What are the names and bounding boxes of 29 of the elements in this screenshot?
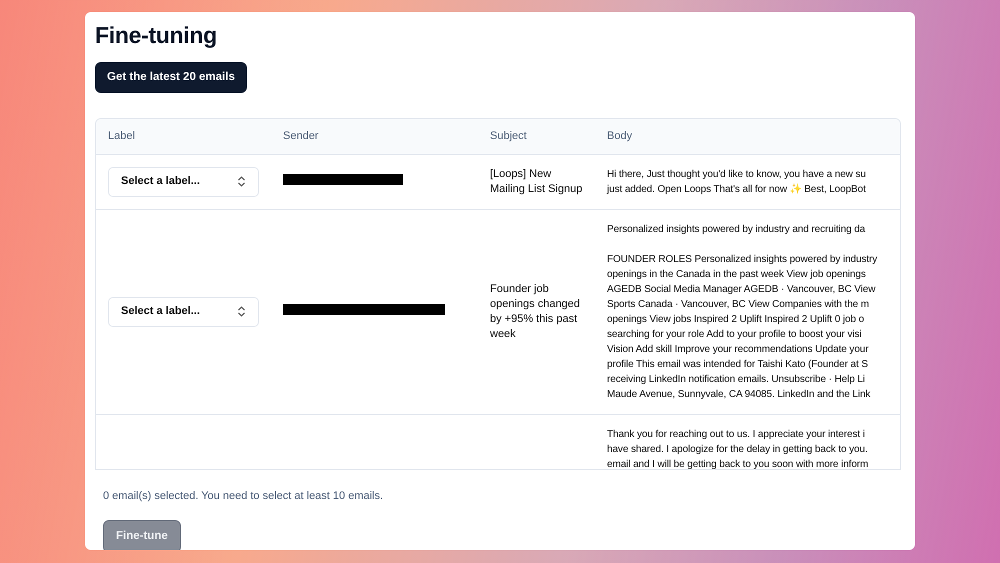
column-header: Body bbox=[607, 130, 632, 142]
chevron-up-down-icon bbox=[237, 176, 246, 188]
page-title: Fine-tuning bbox=[95, 22, 218, 50]
column-header: Sender bbox=[283, 130, 318, 142]
body-text-line: Thank you for reaching out to us. I appreciate your interest i bbox=[607, 428, 865, 440]
body-text-line: have shared. I apologize for the delay in getting back to you. bbox=[607, 444, 868, 455]
body-text-line: openings View jobs Inspired 2 Uplift Inspired 2 Uplift 0 job o bbox=[607, 314, 864, 325]
body-text-line: Personalized insights powered by industry and recruiting da bbox=[607, 224, 866, 235]
body-text-line: Sports Canada · Vancouver, BC View Companies with the m bbox=[607, 298, 870, 310]
selection-status: 0 email(s) selected. You need to select at least 10 emails. bbox=[103, 489, 384, 504]
fetch-emails-button[interactable]: Get the latest 20 emails bbox=[95, 62, 247, 93]
body-text-line: Hi there, Just thought you'd like to know, you have a new su bbox=[607, 168, 866, 180]
email-subject: Founder job openings changed by +95% this past week bbox=[490, 282, 581, 342]
label-select[interactable]: Select a label... bbox=[108, 296, 259, 327]
body-text-line: openings in the Canada in the past week View job openings bbox=[607, 268, 866, 280]
body-text-line: Vision Add skill Improve your recommendations Update your bbox=[607, 344, 868, 355]
body-text-line: receiving LinkedIn notification emails. Unsubscribe · Help Li bbox=[607, 374, 865, 385]
body-text-line: Maude Avenue, Sunnyvale, CA 94085. LinkedIn and the Link bbox=[607, 388, 870, 400]
body-text-line: FOUNDER ROLES Personalized insights powered by industry bbox=[607, 254, 878, 265]
column-header: Label bbox=[108, 130, 135, 142]
column-header: Subject bbox=[490, 130, 527, 142]
body-text-line: email and I will be getting back to you soon with more inform bbox=[607, 458, 868, 469]
body-text-line: profile This email was intended for Taishi Kato (Founder at S bbox=[607, 358, 868, 370]
body-text-line: just added. Open Loops That's all for now ✨ Best, LoopBot bbox=[607, 184, 866, 195]
body-text-line: searching for your role Add to your profile to boost your visi bbox=[607, 328, 862, 340]
body-text-line: AGEDB Social Media Manager AGEDB · Vancouver, BC View bbox=[607, 284, 876, 295]
chevron-up-down-icon bbox=[237, 306, 246, 318]
label-select[interactable]: Select a label... bbox=[108, 166, 259, 197]
email-subject: [Loops] New Mailing List Signup bbox=[490, 166, 584, 197]
